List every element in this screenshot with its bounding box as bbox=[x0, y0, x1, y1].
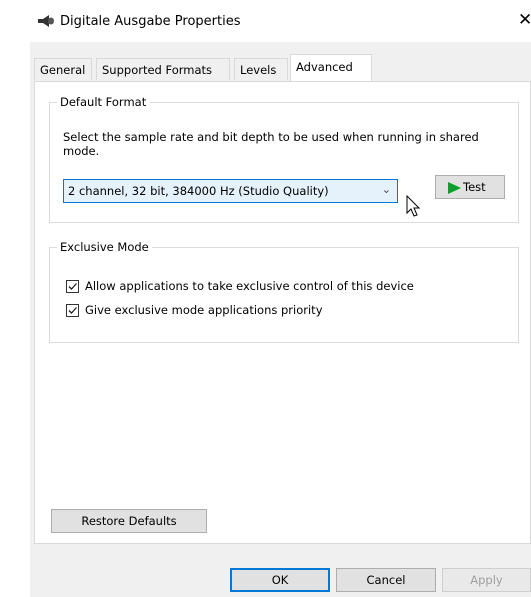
checkmark-icon bbox=[68, 283, 77, 290]
test-button-label: Test bbox=[463, 180, 486, 194]
allow-exclusive-control-checkbox[interactable] bbox=[66, 280, 79, 293]
tab-strip: General Supported Formats Levels Advance… bbox=[30, 54, 531, 82]
chevron-down-icon[interactable]: ⌄ bbox=[382, 183, 391, 196]
window-title: Digitale Ausgabe Properties bbox=[60, 14, 241, 29]
default-format-label: Default Format bbox=[57, 95, 150, 109]
play-icon bbox=[448, 182, 461, 194]
exclusive-mode-group: Exclusive Mode Allow applications to tak… bbox=[49, 240, 519, 343]
ok-button[interactable]: OK bbox=[230, 568, 330, 592]
tab-supported-formats[interactable]: Supported Formats bbox=[96, 58, 230, 80]
exclusive-priority-checkbox[interactable] bbox=[66, 304, 79, 317]
apply-button[interactable]: Apply bbox=[442, 568, 531, 592]
title-bar: Digitale Ausgabe Properties ✕ bbox=[0, 0, 531, 42]
tab-advanced[interactable]: Advanced bbox=[290, 54, 372, 81]
exclusive-mode-label: Exclusive Mode bbox=[57, 240, 152, 254]
tab-general[interactable]: General bbox=[34, 58, 92, 80]
speaker-icon bbox=[38, 15, 54, 27]
default-format-description: Select the sample rate and bit depth to … bbox=[63, 130, 479, 158]
advanced-tab-panel: Default Format Select the sample rate an… bbox=[34, 81, 531, 544]
allow-exclusive-control-option[interactable]: Allow applications to take exclusive con… bbox=[66, 279, 506, 296]
sample-rate-selected-value: 2 channel, 32 bit, 384000 Hz (Studio Qua… bbox=[68, 184, 329, 198]
exclusive-priority-label: Give exclusive mode applications priorit… bbox=[85, 303, 323, 317]
checkmark-icon bbox=[68, 307, 77, 314]
mouse-cursor-icon bbox=[406, 195, 421, 217]
default-format-group: Default Format Select the sample rate an… bbox=[49, 95, 519, 223]
cancel-button[interactable]: Cancel bbox=[336, 568, 436, 592]
tab-levels[interactable]: Levels bbox=[234, 58, 288, 80]
sample-rate-dropdown[interactable]: 2 channel, 32 bit, 384000 Hz (Studio Qua… bbox=[63, 179, 398, 203]
exclusive-priority-option[interactable]: Give exclusive mode applications priorit… bbox=[66, 303, 506, 320]
dialog-client-area: General Supported Formats Levels Advance… bbox=[30, 42, 531, 597]
restore-defaults-button[interactable]: Restore Defaults bbox=[51, 509, 207, 533]
close-button[interactable]: ✕ bbox=[518, 10, 531, 30]
test-button[interactable]: Test bbox=[435, 175, 505, 199]
allow-exclusive-control-label: Allow applications to take exclusive con… bbox=[85, 279, 414, 293]
